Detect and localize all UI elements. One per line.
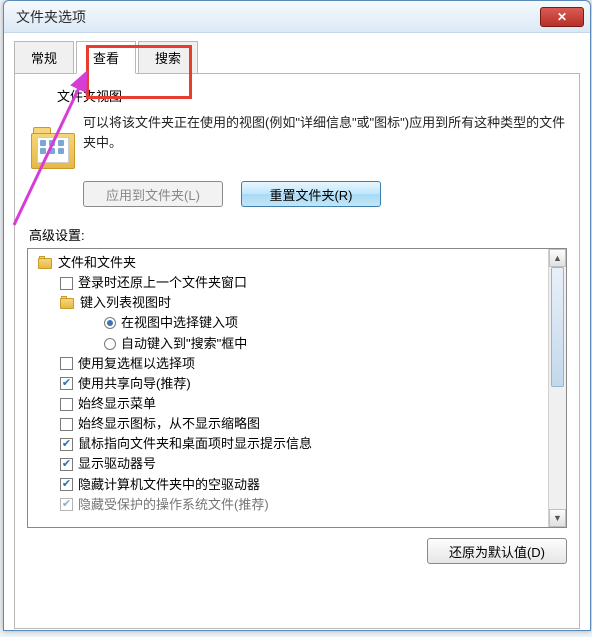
tree-root-label: 文件和文件夹 bbox=[58, 253, 136, 273]
list-item[interactable]: 始终显示图标，从不显示缩略图 bbox=[30, 414, 546, 434]
advanced-tree: 文件和文件夹 登录时还原上一个文件夹窗口 键入列表视图时 在视图中选择键入项 自… bbox=[27, 248, 567, 528]
apply-to-folders-button[interactable]: 应用到文件夹(L) bbox=[83, 181, 223, 207]
content-area: 常规 查看 搜索 文件夹视图 可以将该文件夹正在使用的视图(例如"详细信息"或"… bbox=[4, 33, 590, 637]
scroll-track[interactable] bbox=[549, 267, 566, 509]
checkbox[interactable] bbox=[60, 277, 73, 290]
scrollbar[interactable]: ▲ ▼ bbox=[548, 249, 566, 527]
list-item[interactable]: 隐藏受保护的操作系统文件(推荐) bbox=[30, 495, 546, 515]
scroll-thumb[interactable] bbox=[551, 267, 564, 387]
tab-body: 文件夹视图 可以将该文件夹正在使用的视图(例如"详细信息"或"图标")应用到所有… bbox=[14, 74, 580, 629]
folder-view-box: 可以将该文件夹正在使用的视图(例如"详细信息"或"图标")应用到所有这种类型的文… bbox=[27, 113, 567, 207]
list-item[interactable]: 在视图中选择键入项 bbox=[30, 313, 546, 333]
list-item[interactable]: 登录时还原上一个文件夹窗口 bbox=[30, 273, 546, 293]
list-item[interactable]: 自动键入到"搜索"框中 bbox=[30, 334, 546, 354]
checkbox[interactable] bbox=[60, 377, 73, 390]
list-item[interactable]: 键入列表视图时 bbox=[30, 293, 546, 313]
checkbox[interactable] bbox=[60, 458, 73, 471]
list-item[interactable]: 使用复选框以选择项 bbox=[30, 354, 546, 374]
scroll-down-icon[interactable]: ▼ bbox=[549, 509, 566, 527]
folder-view-group: 文件夹视图 可以将该文件夹正在使用的视图(例如"详细信息"或"图标")应用到所有… bbox=[27, 86, 567, 207]
checkbox[interactable] bbox=[60, 398, 73, 411]
scroll-up-icon[interactable]: ▲ bbox=[549, 249, 566, 267]
folder-large-icon bbox=[29, 127, 77, 171]
checkbox[interactable] bbox=[60, 498, 73, 511]
checkbox[interactable] bbox=[60, 478, 73, 491]
titlebar[interactable]: 文件夹选项 ✕ bbox=[4, 1, 590, 33]
checkbox[interactable] bbox=[60, 418, 73, 431]
list-item[interactable]: 隐藏计算机文件夹中的空驱动器 bbox=[30, 475, 546, 495]
close-button[interactable]: ✕ bbox=[540, 7, 584, 27]
folder-icon bbox=[38, 256, 54, 270]
advanced-label: 高级设置: bbox=[29, 225, 567, 244]
tab-strip: 常规 查看 搜索 bbox=[14, 41, 580, 74]
folder-options-window: 文件夹选项 ✕ 常规 查看 搜索 文件夹视图 可以将该文件夹正在使用的视图(例如… bbox=[3, 0, 591, 631]
checkbox[interactable] bbox=[60, 438, 73, 451]
tab-general[interactable]: 常规 bbox=[14, 41, 74, 73]
radio[interactable] bbox=[104, 317, 116, 329]
list-item[interactable]: 鼠标指向文件夹和桌面项时显示提示信息 bbox=[30, 434, 546, 454]
checkbox[interactable] bbox=[60, 357, 73, 370]
window-title: 文件夹选项 bbox=[16, 7, 540, 27]
restore-defaults-button[interactable]: 还原为默认值(D) bbox=[427, 538, 567, 564]
list-item[interactable]: 使用共享向导(推荐) bbox=[30, 374, 546, 394]
folder-icon bbox=[60, 296, 76, 310]
close-icon: ✕ bbox=[557, 10, 567, 24]
list-item[interactable]: 始终显示菜单 bbox=[30, 394, 546, 414]
radio[interactable] bbox=[104, 338, 116, 350]
tree-content[interactable]: 文件和文件夹 登录时还原上一个文件夹窗口 键入列表视图时 在视图中选择键入项 自… bbox=[28, 249, 548, 527]
tree-root[interactable]: 文件和文件夹 bbox=[30, 253, 546, 273]
reset-folders-button[interactable]: 重置文件夹(R) bbox=[241, 181, 381, 207]
list-item[interactable]: 显示驱动器号 bbox=[30, 454, 546, 474]
tab-search[interactable]: 搜索 bbox=[138, 41, 198, 73]
folder-view-label: 文件夹视图 bbox=[57, 86, 567, 105]
folder-view-description: 可以将该文件夹正在使用的视图(例如"详细信息"或"图标")应用到所有这种类型的文… bbox=[83, 113, 567, 171]
tab-view[interactable]: 查看 bbox=[76, 41, 136, 74]
